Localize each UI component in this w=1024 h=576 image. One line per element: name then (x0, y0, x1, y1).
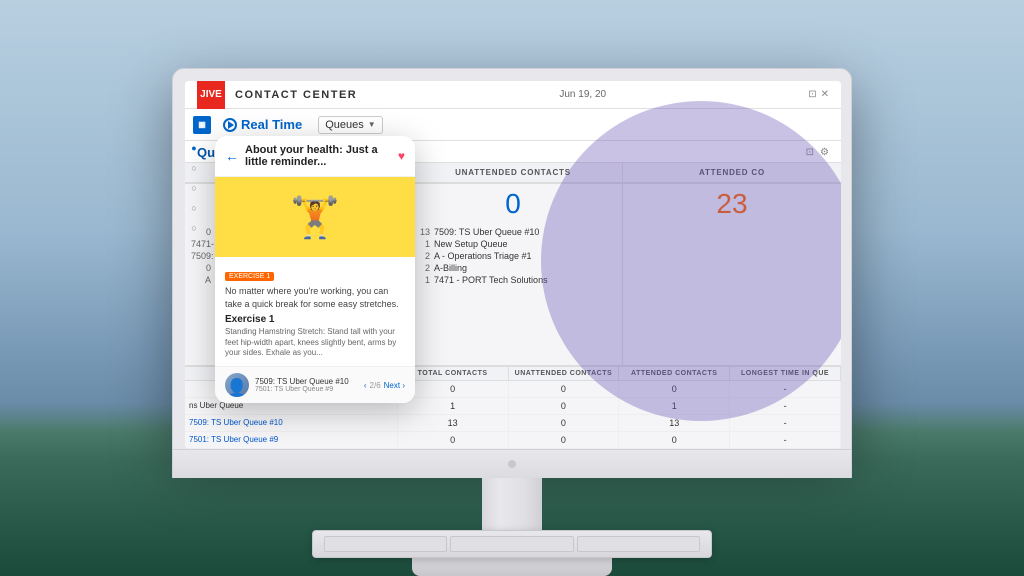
keyboard-key (577, 536, 700, 552)
sidebar-item-settings[interactable]: ○ (187, 201, 201, 215)
heart-icon[interactable]: ♥ (398, 149, 405, 163)
sidebar-item-help[interactable]: ○ (187, 221, 201, 235)
chevron-down-icon: ▼ (368, 120, 376, 129)
notification-title: About your health: Just a little reminde… (245, 144, 398, 168)
notification-footer: 👤 7509: TS Uber Queue #10 7501: TS Uber … (215, 366, 415, 403)
attended-contacts-header: ATTENDED CO (623, 163, 841, 184)
imac-camera (508, 460, 516, 468)
notification-sender: 7509: TS Uber Queue #10 7501: TS Uber Qu… (255, 377, 364, 393)
sidebar-item-home[interactable]: ● (187, 141, 201, 155)
notification-image: 🏋️ (215, 177, 415, 257)
imac-chin (172, 450, 852, 478)
col-header-longest: LONGEST TIME IN QUE (730, 367, 841, 380)
unattended-contacts-header: UNATTENDED CONTACTS (404, 163, 622, 184)
sidebar-item-contacts[interactable]: ○ (187, 161, 201, 175)
settings-gear-icon[interactable]: ⚙ (820, 147, 829, 158)
real-time-tab[interactable]: Real Time (215, 117, 310, 132)
jive-logo: JIVE (197, 81, 225, 109)
toolbar-bar-chart-icon: ▦ (193, 116, 211, 134)
title-bar: JIVE CONTACT CENTER Jun 19, 20 ⊡ ✕ (185, 81, 841, 109)
sender-sub: 7501: TS Uber Queue #9 (255, 386, 364, 393)
sender-name: 7509: TS Uber Queue #10 (255, 377, 364, 386)
exercise-figure-icon: 🏋️ (290, 194, 340, 241)
notification-body-text: No matter where you're working, you can … (225, 285, 405, 310)
title-date: Jun 19, 20 (559, 89, 606, 100)
avatar-figure-icon: 👤 (226, 379, 248, 397)
col-header-unattended: UNATTENDED CONTACTS (509, 367, 620, 380)
queues-label: Queues (325, 119, 364, 131)
imac-wrapper: JIVE CONTACT CENTER Jun 19, 20 ⊡ ✕ ▦ Rea… (172, 68, 852, 576)
attended-contacts-col: ATTENDED CO 23 (623, 163, 841, 365)
list-item: 2 A-Billing (410, 262, 616, 274)
unattended-contacts-queue-list: 13 7509: TS Uber Queue #10 1 New Setup Q… (404, 224, 622, 288)
table-row: 7509: TS Uber Queue #10 13 0 13 - (185, 415, 841, 432)
window-expand-icon[interactable]: ⊡ (808, 89, 816, 100)
keyboard (312, 530, 712, 558)
list-item: 1 7471 - PORT Tech Solutions (410, 274, 616, 286)
col-header-attended: ATTENDED CONTACTS (619, 367, 730, 380)
imac-screen: JIVE CONTACT CENTER Jun 19, 20 ⊡ ✕ ▦ Rea… (185, 81, 841, 449)
notification-count: 2/6 (370, 381, 381, 390)
back-arrow-icon[interactable]: ← (225, 148, 239, 164)
keyboard-key (324, 536, 447, 552)
notification-header: ← About your health: Just a little remin… (215, 136, 415, 177)
table-row: 7501: TS Uber Queue #9 0 0 0 - (185, 432, 841, 449)
real-time-label: Real Time (241, 117, 302, 132)
imac-bezel: JIVE CONTACT CENTER Jun 19, 20 ⊡ ✕ ▦ Rea… (172, 68, 852, 450)
queues-dropdown[interactable]: Queues ▼ (318, 116, 382, 134)
list-item: 1 New Setup Queue (410, 238, 616, 250)
notification-popup: ← About your health: Just a little remin… (215, 136, 415, 403)
next-button[interactable]: Next › (384, 381, 405, 390)
realtime-icon (223, 118, 237, 132)
sidebar: ● ○ ○ ○ ○ (185, 141, 203, 235)
notification-nav: ‹ 2/6 Next › (364, 381, 405, 390)
attended-contacts-number: 23 (623, 184, 841, 224)
window-controls: ⊡ ✕ (808, 89, 829, 100)
sidebar-item-reports[interactable]: ○ (187, 181, 201, 195)
unattended-contacts-number: 0 (404, 184, 622, 224)
window-close-icon[interactable]: ✕ (821, 89, 829, 100)
imac-stand-base (412, 558, 612, 576)
notification-exercise-desc: Standing Hamstring Stretch: Stand tall w… (225, 327, 405, 358)
prev-icon[interactable]: ‹ (364, 381, 367, 390)
list-item: 13 7509: TS Uber Queue #10 (410, 226, 616, 238)
unattended-contacts-col: UNATTENDED CONTACTS 0 13 7509: TS Uber Q… (404, 163, 623, 365)
notification-exercise-title: Exercise 1 (225, 314, 405, 325)
notification-body: EXERCISE 1 No matter where you're workin… (215, 257, 415, 366)
app-title: CONTACT CENTER (235, 89, 357, 101)
notification-label: EXERCISE 1 (225, 272, 274, 281)
keyboard-key (450, 536, 573, 552)
avatar: 👤 (225, 373, 249, 397)
list-item: 2 A - Operations Triage #1 (410, 250, 616, 262)
export-icon[interactable]: ⊡ (806, 147, 814, 158)
